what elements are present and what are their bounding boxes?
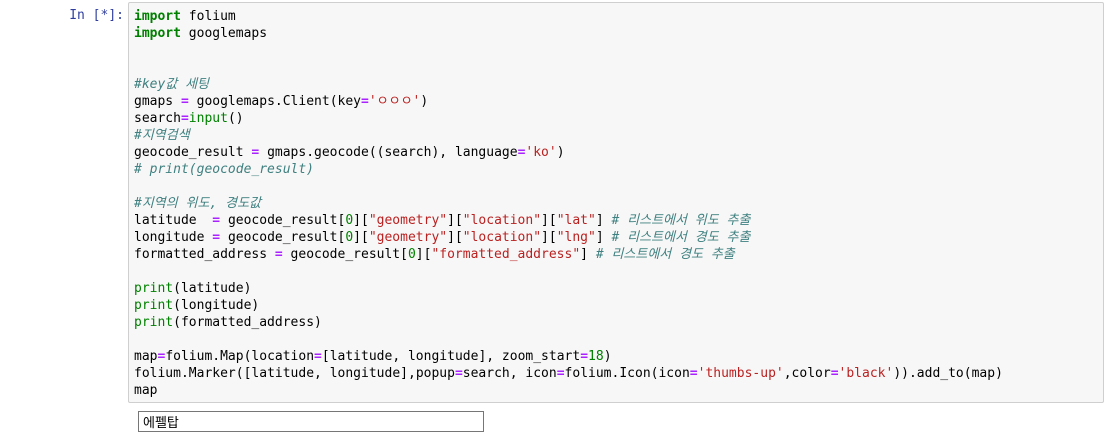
code-line: #지역검색 <box>134 128 190 143</box>
code-editor[interactable]: import folium import googlemaps #key값 세팅 gm… <box>128 2 1104 403</box>
stdin-input-field[interactable] <box>138 411 484 432</box>
code-line: #key값 세팅 <box>134 77 210 92</box>
code-line: # print(geocode_result) <box>134 162 315 177</box>
code-line: import folium <box>134 9 236 24</box>
code-line: search=input() <box>134 111 244 126</box>
code-line: longitude = geocode_result[0]["geometry"… <box>134 230 751 245</box>
code-line: print(formatted_address) <box>134 315 322 330</box>
code-line: folium.Marker([latitude, longitude],popu… <box>134 366 1003 381</box>
notebook-code-cell[interactable]: In [*]: import folium import googlemaps #k… <box>0 0 1112 410</box>
code-line: geocode_result = gmaps.geocode((search),… <box>134 145 565 160</box>
cell-prompt: In [*]: <box>69 8 124 23</box>
code-line: map <box>134 383 158 398</box>
code-line: latitude = geocode_result[0]["geometry"]… <box>134 213 751 228</box>
code-line: print(latitude) <box>134 281 252 296</box>
code-line: formatted_address = geocode_result[0]["f… <box>134 247 735 262</box>
code-line: #지역의 위도, 경도값 <box>134 196 261 211</box>
code-line: map=folium.Map(location=[latitude, longi… <box>134 349 612 364</box>
code-line: gmaps = googlemaps.Client(key='ㅇㅇㅇ') <box>134 94 429 109</box>
code-line: import googlemaps <box>134 26 268 41</box>
code-line: print(longitude) <box>134 298 260 313</box>
